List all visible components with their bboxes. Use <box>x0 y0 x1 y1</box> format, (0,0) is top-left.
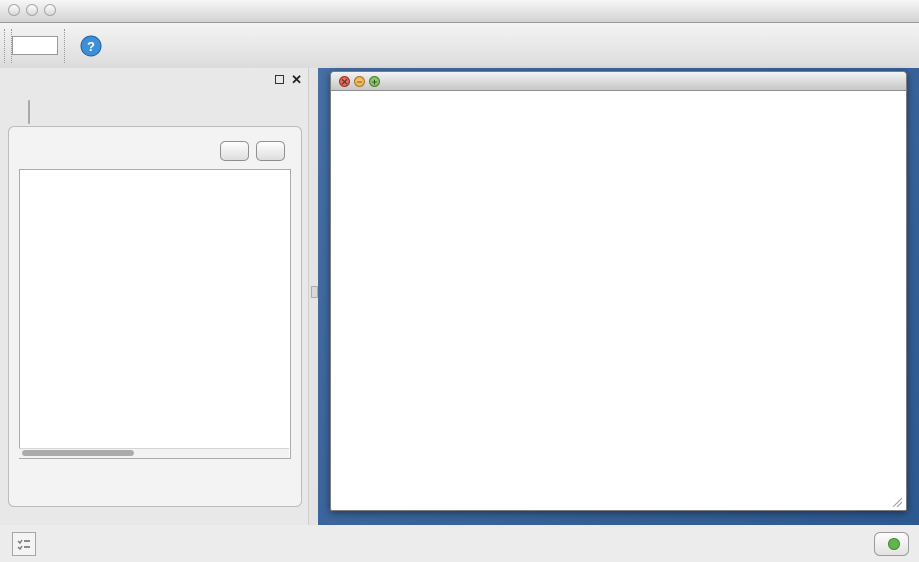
remove-set-button[interactable] <box>256 141 285 161</box>
status-bar <box>0 525 919 562</box>
task-history-button[interactable] <box>12 532 36 556</box>
main-toolbar: ? <box>0 23 919 69</box>
help-icon[interactable]: ? <box>74 29 108 63</box>
frame-resize-grip[interactable] <box>890 495 902 507</box>
window-minimize-button[interactable] <box>26 4 38 16</box>
close-panel-icon[interactable]: ✕ <box>291 72 302 88</box>
splitter-grip[interactable] <box>311 286 318 298</box>
frame-close-icon[interactable]: ✕ <box>339 76 350 87</box>
float-panel-icon[interactable] <box>275 75 284 84</box>
toolbar-drag-handle[interactable] <box>4 29 12 63</box>
window-titlebar <box>0 0 919 23</box>
scrollbar-thumb[interactable] <box>22 450 134 456</box>
sets-actions <box>19 464 291 494</box>
window-close-button[interactable] <box>8 4 20 16</box>
network-desktop: ✕ − + <box>318 68 919 525</box>
network-canvas[interactable] <box>332 91 903 508</box>
main-area: ✕ ✕ − + <box>0 68 919 525</box>
network-frame[interactable]: ✕ − + <box>330 71 907 511</box>
svg-text:?: ? <box>87 39 95 54</box>
control-panel-header: ✕ <box>0 68 308 94</box>
sets-list <box>19 169 291 459</box>
network-frame-titlebar[interactable]: ✕ − + <box>331 72 906 91</box>
control-panel: ✕ <box>0 68 308 525</box>
horizontal-scrollbar[interactable] <box>19 448 289 458</box>
search-input[interactable] <box>12 36 58 55</box>
add-set-button[interactable] <box>220 141 249 161</box>
memory-status-button[interactable] <box>874 532 909 556</box>
frame-minimize-icon[interactable]: − <box>354 76 365 87</box>
toolbar-separator <box>64 29 66 63</box>
window-zoom-button[interactable] <box>44 4 56 16</box>
frame-maximize-icon[interactable]: + <box>369 76 380 87</box>
control-panel-tabbar <box>28 100 30 124</box>
sets-panel <box>8 126 302 507</box>
memory-ok-indicator <box>888 538 900 550</box>
